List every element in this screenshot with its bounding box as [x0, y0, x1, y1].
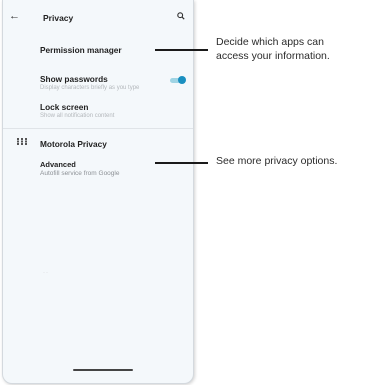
search-icon[interactable] [177, 12, 185, 20]
callout-advanced: See more privacy options. [216, 155, 338, 167]
show-passwords-subtitle: Display characters briefly as you type [40, 85, 140, 91]
callout-permission: Decide which apps can access your inform… [216, 36, 330, 63]
phone-screen: ← Privacy Permission manager Show passwo… [2, 0, 194, 384]
motorola-privacy-label: Motorola Privacy [40, 139, 107, 149]
gesture-nav-bar[interactable] [73, 369, 133, 371]
show-passwords-label: Show passwords [40, 74, 108, 84]
app-bar: ← Privacy [3, 0, 193, 34]
page-title: Privacy [43, 13, 74, 23]
callout-line-permission [155, 49, 208, 51]
placeholder-dots: ·· [43, 270, 49, 276]
advanced-subtitle: Autofill service from Google [40, 170, 120, 177]
toggle-thumb [178, 76, 186, 84]
arrow-left-icon[interactable]: ← [9, 11, 20, 22]
permission-manager-label: Permission manager [40, 45, 122, 55]
section-divider [3, 128, 193, 129]
lock-screen-label: Lock screen [40, 102, 89, 112]
callout-permission-line2: access your information. [216, 49, 330, 62]
callout-permission-line1: Decide which apps can [216, 36, 324, 48]
callout-line-advanced [155, 162, 208, 164]
advanced-label: Advanced [40, 160, 76, 169]
lock-screen-subtitle: Show all notification content [40, 113, 115, 119]
show-passwords-toggle[interactable] [170, 76, 186, 84]
grid-icon [17, 138, 27, 145]
